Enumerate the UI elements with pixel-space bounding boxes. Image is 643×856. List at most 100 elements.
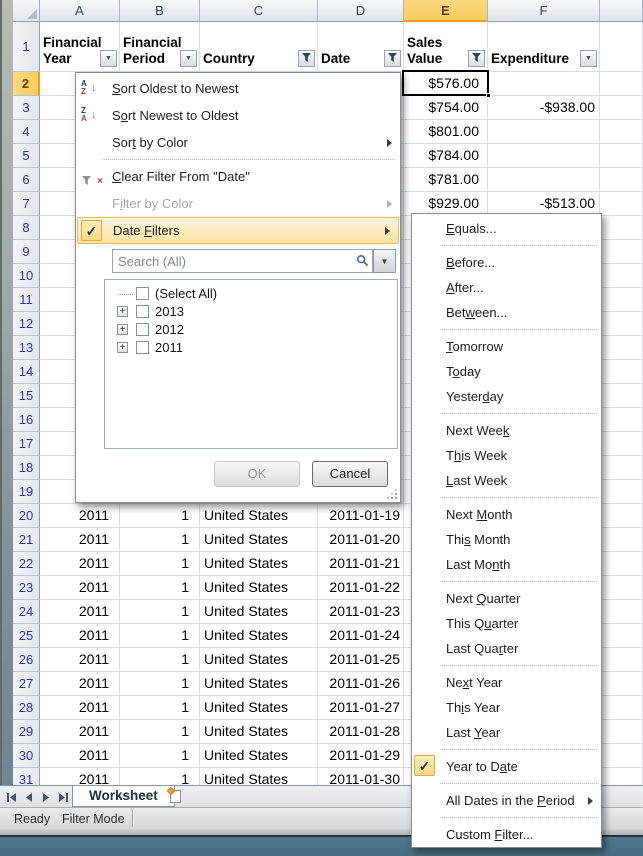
filter-menu-item-sort-oldest-to-newest[interactable]: AZ↓Sort Oldest to Newest xyxy=(76,75,400,102)
row-header-16[interactable]: 16 xyxy=(13,408,40,432)
cell-A28[interactable]: 2011 xyxy=(40,696,120,720)
cell-C21[interactable]: United States xyxy=(200,528,318,552)
row-header-5[interactable]: 5 xyxy=(13,144,40,168)
date-filters-item-next-month[interactable]: Next Month xyxy=(412,502,601,527)
cell-G18[interactable] xyxy=(600,456,643,480)
row-header-8[interactable]: 8 xyxy=(13,216,40,240)
column-header-E[interactable]: E xyxy=(404,0,488,22)
date-filters-item-tomorrow[interactable]: Tomorrow xyxy=(412,334,601,359)
cell-G24[interactable] xyxy=(600,600,643,624)
cell-G19[interactable] xyxy=(600,480,643,504)
row-header-17[interactable]: 17 xyxy=(13,432,40,456)
cell-G21[interactable] xyxy=(600,528,643,552)
cell-B24[interactable]: 1 xyxy=(120,600,200,624)
sheet-nav-prev-button[interactable] xyxy=(21,789,37,805)
date-filters-item-last-month[interactable]: Last Month xyxy=(412,552,601,577)
row-header-6[interactable]: 6 xyxy=(13,168,40,192)
row-header-25[interactable]: 25 xyxy=(13,624,40,648)
cell-C20[interactable]: United States xyxy=(200,504,318,528)
date-filters-item-custom-filter[interactable]: Custom Filter... xyxy=(412,822,601,847)
row-header-2[interactable]: 2 xyxy=(13,72,40,96)
date-filters-item-next-year[interactable]: Next Year xyxy=(412,670,601,695)
cell-C25[interactable]: United States xyxy=(200,624,318,648)
cell-B27[interactable]: 1 xyxy=(120,672,200,696)
row-header-10[interactable]: 10 xyxy=(13,264,40,288)
cell-F6[interactable] xyxy=(488,168,600,192)
row-header-13[interactable]: 13 xyxy=(13,336,40,360)
cell-A30[interactable]: 2011 xyxy=(40,744,120,768)
cell-D28[interactable]: 2011-01-27 xyxy=(318,696,404,720)
row-header-12[interactable]: 12 xyxy=(13,312,40,336)
row-header-21[interactable]: 21 xyxy=(13,528,40,552)
cell-G10[interactable] xyxy=(600,264,643,288)
cell-D29[interactable]: 2011-01-28 xyxy=(318,720,404,744)
sheet-nav-last-button[interactable] xyxy=(55,789,71,805)
cell-B21[interactable]: 1 xyxy=(120,528,200,552)
row-header-11[interactable]: 11 xyxy=(13,288,40,312)
search-input[interactable] xyxy=(112,249,373,273)
column-header-D[interactable]: D xyxy=(318,0,404,22)
cell-C27[interactable]: United States xyxy=(200,672,318,696)
cell-A31[interactable]: 2011 xyxy=(40,768,120,785)
expand-plus-icon[interactable]: + xyxy=(117,306,128,317)
cell-B25[interactable]: 1 xyxy=(120,624,200,648)
cell-D21[interactable]: 2011-01-20 xyxy=(318,528,404,552)
cell-G13[interactable] xyxy=(600,336,643,360)
cell-F2[interactable] xyxy=(488,72,600,96)
row-header-15[interactable]: 15 xyxy=(13,384,40,408)
row-header-18[interactable]: 18 xyxy=(13,456,40,480)
date-filters-item-next-week[interactable]: Next Week xyxy=(412,418,601,443)
date-filters-item-before[interactable]: Before... xyxy=(412,250,601,275)
row-header-14[interactable]: 14 xyxy=(13,360,40,384)
row-header-4[interactable]: 4 xyxy=(13,120,40,144)
cell-D20[interactable]: 2011-01-19 xyxy=(318,504,404,528)
cell-D25[interactable]: 2011-01-24 xyxy=(318,624,404,648)
filter-menu-item-clear-filter-from-date[interactable]: ×Clear Filter From "Date" xyxy=(76,163,400,190)
row-header-31[interactable]: 31 xyxy=(13,768,40,785)
checkbox-2012[interactable] xyxy=(136,323,149,336)
cell-C31[interactable]: United States xyxy=(200,768,318,785)
row-header-19[interactable]: 19 xyxy=(13,480,40,504)
cell-G8[interactable] xyxy=(600,216,643,240)
row-header-24[interactable]: 24 xyxy=(13,600,40,624)
resize-grip[interactable] xyxy=(386,488,398,500)
date-filters-item-all-dates-in-the-period[interactable]: All Dates in the Period xyxy=(412,788,601,813)
cell-G12[interactable] xyxy=(600,312,643,336)
date-filters-item-this-quarter[interactable]: This Quarter xyxy=(412,611,601,636)
filter-menu-item-sort-by-color[interactable]: Sort by Color xyxy=(76,129,400,156)
date-filters-item-equals[interactable]: Equals... xyxy=(412,216,601,241)
selected-cell-E2-border[interactable] xyxy=(402,70,489,96)
date-filters-item-this-year[interactable]: This Year xyxy=(412,695,601,720)
cell-G30[interactable] xyxy=(600,744,643,768)
tree-item-select-all[interactable]: (Select All) xyxy=(105,285,397,303)
cell-D22[interactable]: 2011-01-21 xyxy=(318,552,404,576)
cell-A22[interactable]: 2011 xyxy=(40,552,120,576)
cell-G3[interactable] xyxy=(600,96,643,120)
cell-C23[interactable]: United States xyxy=(200,576,318,600)
cell-G7[interactable] xyxy=(600,192,643,216)
checkbox-2011[interactable] xyxy=(136,341,149,354)
cell-G23[interactable] xyxy=(600,576,643,600)
row-header-9[interactable]: 9 xyxy=(13,240,40,264)
cell-A29[interactable]: 2011 xyxy=(40,720,120,744)
row-header-20[interactable]: 20 xyxy=(13,504,40,528)
cell-G25[interactable] xyxy=(600,624,643,648)
cell-C29[interactable]: United States xyxy=(200,720,318,744)
row-header-26[interactable]: 26 xyxy=(13,648,40,672)
cell-A23[interactable]: 2011 xyxy=(40,576,120,600)
column-header-B[interactable]: B xyxy=(120,0,200,22)
cell-B23[interactable]: 1 xyxy=(120,576,200,600)
row-header-28[interactable]: 28 xyxy=(13,696,40,720)
date-filters-item-this-week[interactable]: This Week xyxy=(412,443,601,468)
cell-C26[interactable]: United States xyxy=(200,648,318,672)
cell-A26[interactable]: 2011 xyxy=(40,648,120,672)
cell-G17[interactable] xyxy=(600,432,643,456)
tree-item-2011[interactable]: +2011 xyxy=(105,339,397,357)
cell-B30[interactable]: 1 xyxy=(120,744,200,768)
cell-F5[interactable] xyxy=(488,144,600,168)
cell-G29[interactable] xyxy=(600,720,643,744)
date-filters-item-last-quarter[interactable]: Last Quarter xyxy=(412,636,601,661)
cell-D26[interactable]: 2011-01-25 xyxy=(318,648,404,672)
cell-B28[interactable]: 1 xyxy=(120,696,200,720)
column-header-F[interactable]: F xyxy=(488,0,600,22)
